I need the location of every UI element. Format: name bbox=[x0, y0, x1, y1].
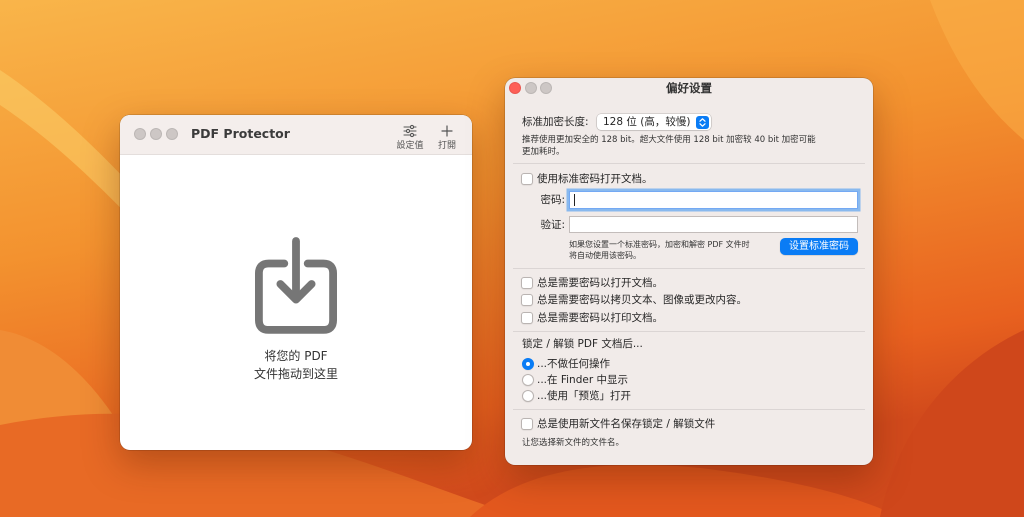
password-label: 密码: bbox=[540, 194, 565, 206]
zoom-button[interactable] bbox=[166, 128, 178, 140]
popup-selected-value: 128 位 (高，较慢) bbox=[603, 116, 691, 128]
pdf-protector-window: PDF Protector 設定值 打開 将您的 PDF 文件拖动到这里 bbox=[120, 115, 472, 450]
radio-show-in-finder[interactable] bbox=[522, 374, 534, 386]
text-caret bbox=[574, 194, 575, 206]
window-title: 偏好设置 bbox=[666, 81, 712, 95]
radio-open-in-preview-label: ...使用「预览」打开 bbox=[537, 390, 632, 402]
require-password-copy-checkbox[interactable] bbox=[521, 294, 533, 306]
preferences-window: 偏好设置 标准加密长度: 128 位 (高，较慢) 推荐使用更加安全的 128 … bbox=[505, 78, 873, 465]
close-button[interactable] bbox=[134, 128, 146, 140]
drop-hint-line: 文件拖动到这里 bbox=[253, 367, 338, 381]
drop-zone[interactable]: 将您的 PDF 文件拖动到这里 bbox=[120, 155, 472, 450]
download-tray-icon bbox=[255, 235, 337, 335]
title-bar[interactable]: PDF Protector 設定值 打開 bbox=[120, 115, 472, 155]
after-lock-label: 锁定 / 解锁 PDF 文档后... bbox=[522, 338, 643, 350]
require-password-open-checkbox[interactable] bbox=[521, 277, 533, 289]
minimize-button[interactable] bbox=[150, 128, 162, 140]
encryption-description: 更加耗时。 bbox=[522, 147, 565, 157]
encryption-length-label: 标准加密长度: bbox=[522, 116, 589, 128]
require-password-open-label: 总是需要密码以打开文档。 bbox=[537, 277, 663, 289]
password-hint: 将自动使用该密码。 bbox=[569, 251, 641, 260]
new-filename-label: 总是使用新文件名保存锁定 / 解锁文件 bbox=[537, 418, 716, 430]
radio-show-in-finder-label: ...在 Finder 中显示 bbox=[537, 374, 628, 386]
sliders-icon bbox=[403, 123, 417, 138]
settings-toolbar-button[interactable]: 設定值 bbox=[392, 121, 428, 151]
encryption-description: 推荐使用更加安全的 128 bit。超大文件使用 128 bit 加密较 40 … bbox=[522, 135, 816, 145]
use-standard-password-checkbox[interactable] bbox=[521, 173, 533, 185]
require-password-print-label: 总是需要密码以打印文档。 bbox=[537, 312, 663, 324]
use-standard-password-label: 使用标准密码打开文档。 bbox=[537, 173, 653, 185]
plus-icon bbox=[440, 123, 454, 137]
radio-do-nothing[interactable] bbox=[522, 358, 534, 370]
set-standard-password-button[interactable]: 设置标准密码 bbox=[780, 238, 858, 255]
encryption-length-popup[interactable]: 128 位 (高，较慢) bbox=[597, 114, 711, 130]
verify-field[interactable] bbox=[569, 216, 858, 233]
open-label: 打開 bbox=[437, 141, 456, 151]
drop-hint-line: 将您的 PDF bbox=[264, 349, 328, 363]
verify-label: 验证: bbox=[540, 219, 565, 231]
title-bar[interactable]: 偏好设置 bbox=[505, 78, 873, 99]
divider bbox=[513, 268, 865, 269]
window-title: PDF Protector bbox=[191, 126, 290, 141]
radio-do-nothing-label: ...不做任何操作 bbox=[537, 358, 611, 370]
divider bbox=[513, 409, 865, 410]
open-toolbar-button[interactable]: 打開 bbox=[429, 121, 465, 151]
radio-open-in-preview[interactable] bbox=[522, 390, 534, 402]
divider bbox=[513, 331, 865, 332]
new-filename-checkbox[interactable] bbox=[521, 418, 533, 430]
password-field[interactable] bbox=[569, 191, 858, 209]
require-password-copy-label: 总是需要密码以拷贝文本、图像或更改内容。 bbox=[537, 294, 747, 306]
password-hint: 如果您设置一个标准密码，加密和解密 PDF 文件时 bbox=[569, 240, 750, 249]
require-password-print-checkbox[interactable] bbox=[521, 312, 533, 324]
chevron-updown-icon bbox=[696, 115, 709, 129]
divider bbox=[513, 163, 865, 164]
new-filename-note: 让您选择新文件的文件名。 bbox=[522, 438, 625, 448]
